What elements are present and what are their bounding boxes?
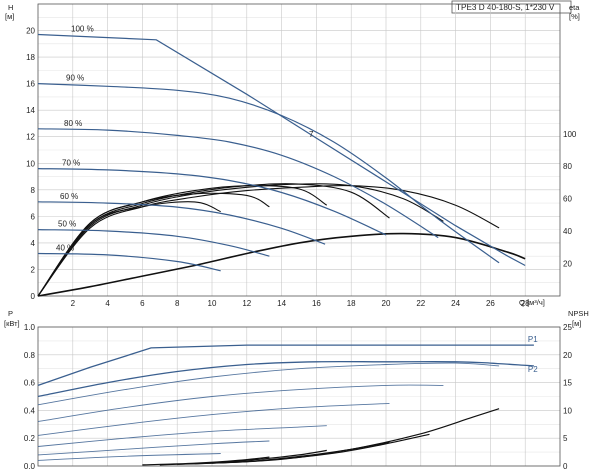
top-y-tick-12: 12 bbox=[26, 133, 35, 142]
top-x-tick-28: 28 bbox=[521, 299, 530, 308]
top-y2-tick-20: 20 bbox=[563, 260, 572, 269]
top-x-unit: [м³/ч] bbox=[527, 298, 545, 307]
top-x-tick-14: 14 bbox=[277, 299, 286, 308]
bottom-y-tick-0.4: 0.4 bbox=[24, 406, 36, 415]
bottom-y2-tick-15: 15 bbox=[563, 379, 572, 388]
top-x-tick-8: 8 bbox=[175, 299, 180, 308]
top-x-tick-20: 20 bbox=[382, 299, 391, 308]
top-y-unit: [м] bbox=[5, 12, 14, 21]
duty-point-marker: 7 bbox=[309, 130, 314, 139]
head-curve-label-90: 90 % bbox=[66, 74, 84, 83]
top-y-tick-0: 0 bbox=[31, 292, 36, 301]
top-x-tick-2: 2 bbox=[71, 299, 76, 308]
top-x-tick-6: 6 bbox=[140, 299, 145, 308]
head-curve-label-50: 50 % bbox=[58, 220, 76, 229]
top-x-tick-22: 22 bbox=[416, 299, 425, 308]
figure-background bbox=[0, 0, 600, 474]
top-y-tick-6: 6 bbox=[31, 212, 36, 221]
series-label-p1: P1 bbox=[528, 335, 538, 344]
top-y-tick-4: 4 bbox=[31, 239, 36, 248]
top-y2-label: eta bbox=[569, 3, 580, 12]
top-y-tick-14: 14 bbox=[26, 106, 35, 115]
bottom-y2-tick-20: 20 bbox=[563, 351, 572, 360]
bottom-y-tick-0.6: 0.6 bbox=[24, 379, 36, 388]
head-curve-label-60: 60 % bbox=[60, 192, 78, 201]
top-x-tick-24: 24 bbox=[451, 299, 460, 308]
head-curve-label-80: 80 % bbox=[64, 119, 82, 128]
bottom-y-label: P bbox=[8, 309, 13, 318]
top-y-tick-8: 8 bbox=[31, 186, 36, 195]
top-y2-tick-80: 80 bbox=[563, 162, 572, 171]
top-y-label: H bbox=[8, 3, 13, 12]
bottom-y2-tick-10: 10 bbox=[563, 406, 572, 415]
top-x-tick-18: 18 bbox=[347, 299, 356, 308]
top-y2-tick-100: 100 bbox=[563, 130, 577, 139]
head-curve-label-100: 100 % bbox=[71, 25, 94, 34]
top-x-tick-10: 10 bbox=[208, 299, 217, 308]
top-y2-tick-60: 60 bbox=[563, 195, 572, 204]
top-y-tick-16: 16 bbox=[26, 80, 35, 89]
bottom-y-unit: [кВт] bbox=[4, 319, 20, 328]
bottom-y2-tick-0: 0 bbox=[563, 462, 568, 471]
bottom-y2-label: NPSH bbox=[568, 309, 589, 318]
top-x-tick-26: 26 bbox=[486, 299, 495, 308]
top-x-tick-12: 12 bbox=[242, 299, 251, 308]
top-y-tick-2: 2 bbox=[31, 265, 36, 274]
bottom-y2-tick-25: 25 bbox=[563, 323, 572, 332]
pump-performance-figure: TPE3 D 40-180-S, 1*230 V H [м] eta [%] Q… bbox=[0, 0, 600, 474]
bottom-y-tick-0.8: 0.8 bbox=[24, 351, 36, 360]
bottom-y-tick-0.2: 0.2 bbox=[24, 434, 36, 443]
bottom-y2-tick-5: 5 bbox=[563, 434, 568, 443]
top-x-tick-16: 16 bbox=[312, 299, 321, 308]
bottom-y2-unit: [м] bbox=[572, 319, 581, 328]
top-y2-unit: [%] bbox=[569, 12, 580, 21]
top-y2-tick-40: 40 bbox=[563, 227, 572, 236]
head-curve-label-70: 70 % bbox=[62, 159, 80, 168]
head-curve-label-40: 40 % bbox=[56, 244, 74, 253]
bottom-y-tick-1.0: 1.0 bbox=[24, 323, 36, 332]
top-y-tick-20: 20 bbox=[26, 27, 35, 36]
series-label-p2: P2 bbox=[528, 365, 538, 374]
top-x-tick-4: 4 bbox=[105, 299, 110, 308]
top-y-tick-10: 10 bbox=[26, 159, 35, 168]
title-box: TPE3 D 40-180-S, 1*230 V bbox=[451, 0, 572, 14]
bottom-y-tick-0.0: 0.0 bbox=[24, 462, 36, 471]
top-y-tick-18: 18 bbox=[26, 53, 35, 62]
